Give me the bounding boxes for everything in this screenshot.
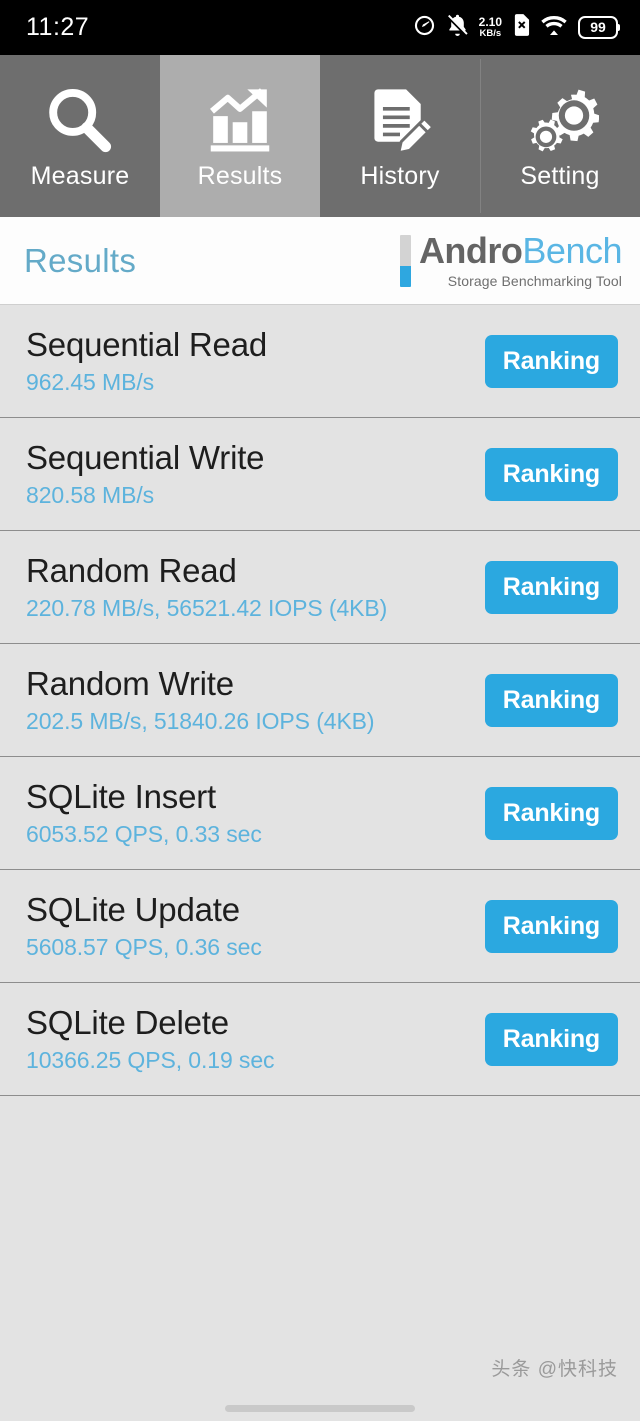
result-value: 5608.57 QPS, 0.36 sec xyxy=(26,934,262,960)
notifications-off-icon xyxy=(446,14,468,42)
speedometer-icon xyxy=(413,14,436,42)
tab-measure[interactable]: Measure xyxy=(0,55,160,217)
status-icons: 2.10 KB/s 99 xyxy=(413,14,620,42)
result-value: 220.78 MB/s, 56521.42 IOPS (4KB) xyxy=(26,595,388,621)
tab-bar: Measure Results History Setting xyxy=(0,55,640,217)
ranking-button[interactable]: Ranking xyxy=(484,786,618,840)
network-speed-unit: KB/s xyxy=(479,28,502,40)
result-title: SQLite Update xyxy=(26,891,240,928)
table-row[interactable]: Random Read 220.78 MB/s, 56521.42 IOPS (… xyxy=(0,531,640,644)
tab-results[interactable]: Results xyxy=(160,55,320,217)
logo-tagline: Storage Benchmarking Tool xyxy=(447,272,622,289)
tab-history[interactable]: History xyxy=(320,55,480,217)
watermark: 头条 @快科技 xyxy=(491,1359,618,1380)
result-title: SQLite Delete xyxy=(26,1004,229,1041)
ranking-button[interactable]: Ranking xyxy=(484,899,618,953)
result-title: Sequential Read xyxy=(26,326,268,363)
table-row[interactable]: SQLite Insert 6053.52 QPS, 0.33 sec Rank… xyxy=(0,757,640,870)
table-row[interactable]: SQLite Delete 10366.25 QPS, 0.19 sec Ran… xyxy=(0,983,640,1096)
androbench-logo: AndroBench Storage Benchmarking Tool xyxy=(399,229,622,289)
result-value: 820.58 MB/s xyxy=(26,482,155,508)
ranking-button[interactable]: Ranking xyxy=(484,447,618,501)
tab-setting-label: Setting xyxy=(520,161,600,190)
logo-bar-icon xyxy=(399,234,411,287)
logo-secondary-text: Bench xyxy=(522,229,622,271)
ranking-button[interactable]: Ranking xyxy=(484,673,618,727)
result-value: 10366.25 QPS, 0.19 sec xyxy=(26,1047,275,1073)
ranking-button[interactable]: Ranking xyxy=(484,1012,618,1066)
logo-primary-text: Andro xyxy=(418,229,523,271)
document-pencil-icon xyxy=(361,82,439,160)
status-bar: 11:27 2.10 KB/s 99 xyxy=(0,0,640,55)
result-title: Random Read xyxy=(26,552,237,589)
tab-results-label: Results xyxy=(197,161,283,190)
network-speed-indicator: 2.10 KB/s xyxy=(479,16,502,39)
result-list: Sequential Read 962.45 MB/s Ranking Sequ… xyxy=(0,305,640,1096)
result-value: 202.5 MB/s, 51840.26 IOPS (4KB) xyxy=(26,708,375,734)
status-clock: 11:27 xyxy=(26,13,90,41)
tab-history-label: History xyxy=(360,161,440,190)
result-value: 962.45 MB/s xyxy=(26,369,155,395)
table-row[interactable]: Sequential Read 962.45 MB/s Ranking xyxy=(0,305,640,418)
gesture-nav-pill[interactable] xyxy=(225,1405,415,1412)
sim-card-off-icon xyxy=(513,14,530,41)
wifi-icon xyxy=(541,15,567,41)
battery-indicator: 99 xyxy=(578,16,620,39)
page-title: Results xyxy=(24,241,137,279)
app-header: Results AndroBench Storage Benchmarking … xyxy=(0,217,640,305)
table-row[interactable]: Sequential Write 820.58 MB/s Ranking xyxy=(0,418,640,531)
tab-measure-label: Measure xyxy=(30,161,130,190)
result-title: SQLite Insert xyxy=(26,778,216,815)
table-row[interactable]: SQLite Update 5608.57 QPS, 0.36 sec Rank… xyxy=(0,870,640,983)
result-title: Random Write xyxy=(26,665,234,702)
magnifier-icon xyxy=(41,82,119,160)
battery-level: 99 xyxy=(590,19,606,35)
bar-chart-arrow-icon xyxy=(201,82,279,160)
ranking-button[interactable]: Ranking xyxy=(484,334,618,388)
tab-setting[interactable]: Setting xyxy=(480,55,640,217)
network-speed-value: 2.10 xyxy=(478,15,502,30)
ranking-button[interactable]: Ranking xyxy=(484,560,618,614)
table-row[interactable]: Random Write 202.5 MB/s, 51840.26 IOPS (… xyxy=(0,644,640,757)
result-value: 6053.52 QPS, 0.33 sec xyxy=(26,821,262,847)
gears-icon xyxy=(521,82,599,160)
result-title: Sequential Write xyxy=(26,439,265,476)
